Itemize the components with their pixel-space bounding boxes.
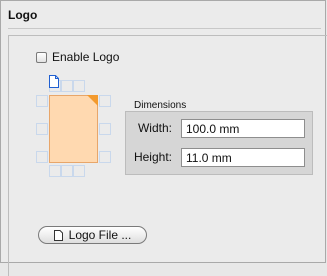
position-grid-cell[interactable] [49, 165, 61, 177]
checkbox-box[interactable] [36, 51, 47, 63]
title-divider [8, 28, 321, 29]
position-grid-cell[interactable] [61, 165, 73, 177]
dimensions-label: Dimensions [134, 100, 187, 111]
position-grid-cell[interactable] [36, 151, 48, 163]
width-label: Width: [137, 121, 172, 135]
position-grid-cell[interactable] [36, 95, 48, 107]
position-grid-cell[interactable] [99, 95, 111, 107]
width-field[interactable]: 100.0 mm [181, 119, 305, 138]
logo-file-button-label: Logo File ... [68, 228, 132, 242]
height-label: Height: [133, 150, 172, 164]
position-grid-cell[interactable] [99, 123, 111, 135]
page-corner-marker [87, 95, 98, 106]
logo-page-preview [49, 95, 98, 163]
position-grid-cell[interactable] [73, 80, 85, 92]
logo-file-button[interactable]: Logo File ... [38, 226, 147, 244]
height-field[interactable]: 11.0 mm [181, 148, 305, 167]
enable-logo-checkbox[interactable]: Enable Logo [36, 50, 119, 64]
position-grid-cell[interactable] [99, 151, 111, 163]
position-grid-cell[interactable] [36, 123, 48, 135]
section-title: Logo [8, 8, 38, 22]
dimensions-box: Width: 100.0 mm Height: 11.0 mm [125, 111, 313, 175]
enable-logo-label: Enable Logo [52, 50, 120, 64]
position-grid-cell[interactable] [73, 165, 85, 177]
position-grid-cell[interactable] [61, 80, 73, 92]
document-icon [53, 229, 63, 241]
document-icon[interactable] [49, 75, 59, 88]
